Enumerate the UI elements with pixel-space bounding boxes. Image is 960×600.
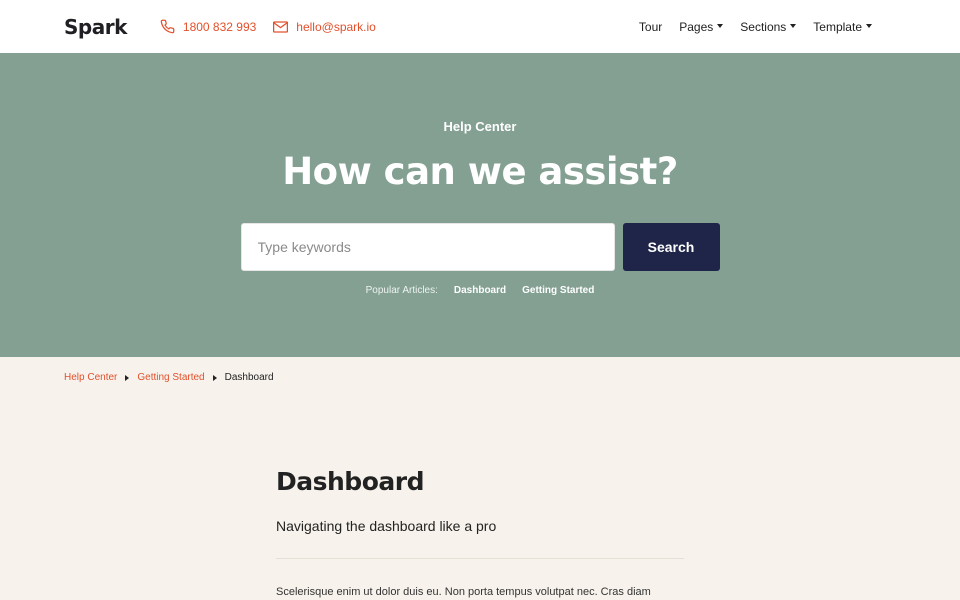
- nav-template[interactable]: Template: [813, 20, 872, 34]
- article-body: Scelerisque enim ut dolor duis eu. Non p…: [276, 586, 651, 598]
- hero-eyebrow: Help Center: [443, 119, 517, 134]
- chevron-right-icon: [212, 374, 217, 381]
- article-subtitle: Navigating the dashboard like a pro: [276, 518, 497, 534]
- site-header: Spark 1800 832 993 hello@spark.io Tour P…: [0, 0, 960, 53]
- article-title: Dashboard: [276, 467, 424, 496]
- popular-link-dashboard[interactable]: Dashboard: [454, 285, 506, 296]
- nav-sections[interactable]: Sections: [740, 19, 797, 34]
- search-form: Search: [0, 223, 960, 271]
- breadcrumb: Help Center Getting Started Dashboard: [0, 357, 960, 383]
- phone-icon: [160, 19, 175, 34]
- mail-icon: [273, 20, 289, 33]
- phone-number: 1800 832 993: [182, 19, 257, 34]
- divider: [276, 558, 684, 559]
- logo[interactable]: Spark: [64, 15, 127, 39]
- nav-tour-label: Tour: [638, 19, 663, 34]
- article: Dashboard Navigating the dashboard like …: [276, 467, 684, 600]
- nav-pages-label: Pages: [679, 19, 714, 34]
- phone-link[interactable]: 1800 832 993: [160, 19, 256, 34]
- search-input[interactable]: [240, 223, 615, 271]
- search-button[interactable]: Search: [622, 223, 720, 271]
- nav-pages[interactable]: Pages: [679, 19, 724, 34]
- chevron-right-icon: [125, 374, 130, 381]
- caret-down-icon: [717, 23, 724, 28]
- breadcrumb-link-getting-started[interactable]: Getting Started: [137, 372, 204, 383]
- caret-down-icon: [790, 23, 797, 28]
- main-nav: Tour Pages Sections Template: [639, 20, 872, 34]
- popular-link-getting-started[interactable]: Getting Started: [522, 285, 594, 296]
- email-link[interactable]: hello@spark.io: [273, 20, 376, 34]
- caret-down-icon: [866, 23, 872, 28]
- breadcrumb-current: Dashboard: [224, 372, 274, 383]
- hero-title: How can we assist?: [282, 150, 678, 193]
- nav-tour[interactable]: Tour: [639, 20, 662, 34]
- nav-template-label: Template: [813, 19, 862, 34]
- email-address: hello@spark.io: [296, 19, 376, 34]
- nav-sections-label: Sections: [740, 19, 787, 34]
- popular-label: Popular Articles:: [365, 285, 438, 296]
- breadcrumb-link-help-center[interactable]: Help Center: [64, 372, 117, 383]
- popular-articles: Popular Articles: Dashboard Getting Star…: [0, 285, 960, 296]
- hero-section: Help Center How can we assist? Search Po…: [0, 53, 960, 357]
